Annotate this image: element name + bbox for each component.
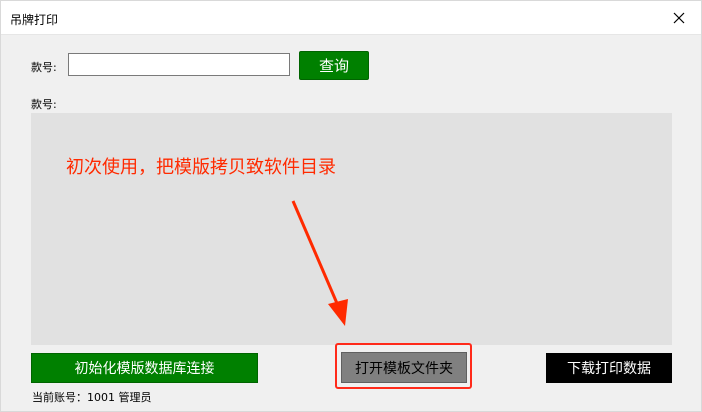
init-template-db-button[interactable]: 初始化模版数据库连接 <box>31 353 258 383</box>
query-button[interactable]: 查询 <box>299 51 369 80</box>
download-print-data-button[interactable]: 下载打印数据 <box>546 353 672 383</box>
panel-label: 款号: <box>31 98 57 111</box>
title-bar: 吊牌打印 <box>1 1 701 35</box>
close-button[interactable] <box>657 1 701 35</box>
close-icon <box>673 12 685 24</box>
current-account-status: 当前账号：1001 管理员 <box>32 391 152 404</box>
app-window: 吊牌打印 款号: 查询 款号: 初次使用，把模版拷贝致软件目录 初始化模版数据库… <box>0 0 702 412</box>
open-template-folder-button[interactable]: 打开模板文件夹 <box>341 352 467 383</box>
annotation-text: 初次使用，把模版拷贝致软件目录 <box>66 157 336 178</box>
window-title: 吊牌打印 <box>10 13 59 27</box>
annotation-arrow <box>291 200 348 326</box>
search-label: 款号: <box>31 61 57 74</box>
style-number-input[interactable] <box>68 53 290 76</box>
